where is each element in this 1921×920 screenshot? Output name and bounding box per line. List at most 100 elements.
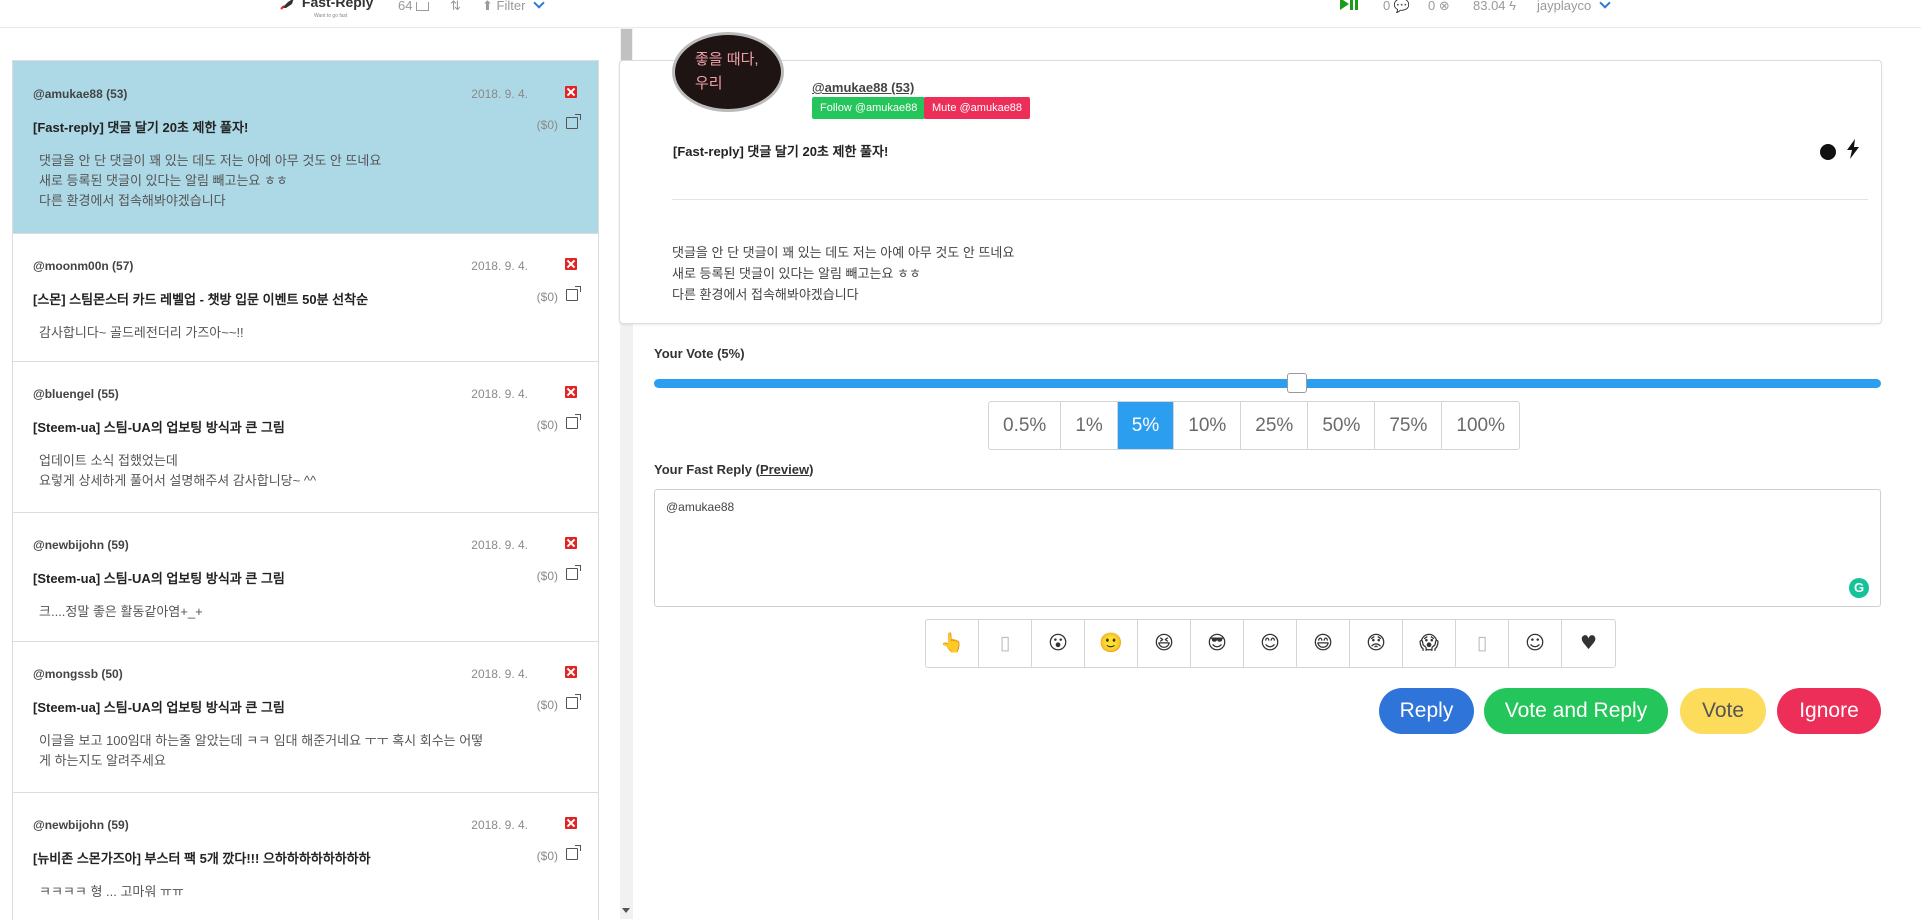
comment-author[interactable]: @newbijohn (59) [33,538,129,552]
list-item[interactable]: @bluengel (55) 2018. 9. 4. [Steem-ua] 스팀… [13,361,598,513]
blank-emoji-icon-2[interactable]: ▯ [1456,620,1509,667]
vote-slider-handle[interactable] [1287,373,1307,393]
comment-post-title[interactable]: [Steem-ua] 스팀-UA의 업보팅 방식과 큰 그림 [33,568,285,587]
comment-date: 2018. 9. 4. [471,87,528,101]
list-item[interactable]: @mongssb (50) 2018. 9. 4. [Steem-ua] 스팀-… [13,641,598,793]
external-link-icon[interactable] [566,565,581,580]
worried-face-icon[interactable]: 😟 [1350,620,1403,667]
comment-author[interactable]: @amukae88 (53) [33,87,127,101]
comment-author[interactable]: @mongssb (50) [33,667,123,681]
bolt-icon-small: ϟ [1509,0,1517,13]
post-author-link[interactable]: @amukae88 (53) [812,80,914,95]
vote-option-1[interactable]: 1% [1061,402,1118,449]
steem-icon[interactable] [1820,144,1836,160]
comment-body-line: 다른 환경에서 접속해봐야겠습니다 [39,193,226,208]
comment-author[interactable]: @bluengel (55) [33,387,119,401]
external-link-icon[interactable] [566,845,581,860]
close-icon[interactable] [565,86,577,98]
ignore-button[interactable]: Ignore [1777,688,1881,734]
slight-smile-face-icon[interactable]: ☺ [1509,620,1562,667]
vote-option-75[interactable]: 75% [1375,402,1443,449]
filter-dropdown[interactable]: ⬆ Filter [482,0,545,14]
list-item[interactable]: @moonm00n (57) 2018. 9. 4. [스몬] 스팀몬스터 카드… [13,233,598,362]
fast-reply-label-suffix: ) [809,462,814,477]
comment-author[interactable]: @newbijohn (59) [33,818,129,832]
inbox-count[interactable]: 64 [398,0,430,14]
divider [672,199,1868,200]
vote-option-0-5[interactable]: 0.5% [989,402,1062,449]
fast-reply-textarea[interactable]: @amukae88 G [654,489,1881,607]
list-item[interactable]: @amukae88 (53) 2018. 9. 4. [Fast-reply] … [13,61,598,234]
play-pause-button[interactable] [1340,0,1358,14]
vote-option-50[interactable]: 50% [1308,402,1376,449]
filter-label: Filter [496,0,526,13]
vote-percent-group: 0.5% 1% 5% 10% 25% 50% 75% 100% [988,401,1520,450]
close-icon[interactable] [565,258,577,270]
vote-slider-track[interactable] [654,379,1881,388]
comment-post-title[interactable]: [Fast-reply] 댓글 달기 20초 제한 풀자! [33,117,248,136]
vote-option-100[interactable]: 100% [1442,402,1519,449]
comment-count: 0 💬 [1383,0,1410,14]
chevron-down-icon [533,0,545,9]
preview-link[interactable]: Preview [760,462,809,477]
surprised-face-icon[interactable]: 😮 [1032,620,1085,667]
sort-toggle[interactable]: ⇅ [450,0,461,14]
comment-post-title[interactable]: [Steem-ua] 스팀-UA의 업보팅 방식과 큰 그림 [33,697,285,716]
comment-post-title[interactable]: [Steem-ua] 스팀-UA의 업보팅 방식과 큰 그림 [33,417,285,436]
comment-count-value: 0 [1383,0,1391,13]
avatar[interactable]: 좋을 때다, 우리 [672,32,784,112]
close-icon[interactable] [565,817,577,829]
app-logo[interactable]: Fast-Reply Want to go fast [280,0,373,19]
comment-list[interactable]: @amukae88 (53) 2018. 9. 4. [Fast-reply] … [12,60,599,920]
reply-button[interactable]: Reply [1379,688,1474,734]
voting-power-value: 83.04 [1473,0,1506,13]
external-link-icon[interactable] [566,694,581,709]
mute-button[interactable]: Mute @amukae88 [924,97,1031,119]
external-link-icon[interactable] [566,414,581,429]
comment-body: 이글을 보고 100임대 하는줄 알았는데 ㅋㅋ 임대 해준거네요 ㅜㅜ 혹시 … [39,731,483,771]
scream-face-icon[interactable]: 😱 [1403,620,1456,667]
vote-option-10[interactable]: 10% [1174,402,1242,449]
vote-option-25[interactable]: 25% [1241,402,1309,449]
follow-button[interactable]: Follow @amukae88 [812,97,926,119]
comment-body-line: 크....정말 좋은 활동같아염+_+ [39,604,203,619]
scroll-down-arrow-icon[interactable] [622,908,630,913]
rocket-icon [280,0,294,11]
smile-face-icon[interactable]: 😊 [1244,620,1297,667]
list-item[interactable]: @newbijohn (59) 2018. 9. 4. [뉴비존 스몬가즈아] … [13,792,598,920]
bolt-icon[interactable] [1846,139,1860,159]
comment-post-title[interactable]: [뉴비존 스몬가즈아] 부스터 팩 5개 깠다!!! 으하하하하하하하하 [33,848,371,867]
post-title[interactable]: [Fast-reply] 댓글 달기 20초 제한 풀자! [673,141,888,160]
heart-icon[interactable]: ♥ [1562,620,1615,667]
pointer-hand-icon[interactable]: 👆 [926,620,979,667]
post-body-line: 새로 등록된 댓글이 있다는 알림 빼고는요 ㅎㅎ [672,266,921,281]
vote-button[interactable]: Vote [1680,688,1766,734]
app-logo-tagline: Want to go fast [314,13,348,19]
comment-date: 2018. 9. 4. [471,667,528,681]
grammarly-icon[interactable]: G [1849,578,1869,598]
external-link-icon[interactable] [566,286,581,301]
comment-body-line: 업데이트 소식 접했었는데 [39,453,178,468]
comment-author[interactable]: @moonm00n (57) [33,259,133,273]
smiling-face-icon[interactable]: 🙂 [1085,620,1138,667]
external-link-icon[interactable] [566,114,581,129]
close-icon[interactable] [565,537,577,549]
list-item[interactable]: @newbijohn (59) 2018. 9. 4. [Steem-ua] 스… [13,512,598,642]
username: jayplayco [1537,0,1592,13]
inbox-icon [416,2,430,12]
user-menu[interactable]: jayplayco [1537,0,1611,14]
vote-option-5[interactable]: 5% [1117,402,1175,449]
filter-pin-icon: ⬆ [482,0,493,13]
laughing-face-icon[interactable]: 😆 [1138,620,1191,667]
comment-body: ㅋㅋㅋㅋ 형 ... 고마워 ㅠㅠ [39,882,184,902]
blank-emoji-icon[interactable]: ▯ [979,620,1032,667]
pause-bar-icon-2 [1355,0,1358,10]
close-icon[interactable] [565,666,577,678]
close-icon[interactable] [565,386,577,398]
grin-face-icon[interactable]: 😄 [1297,620,1350,667]
vote-and-reply-button[interactable]: Vote and Reply [1484,688,1668,734]
sunglasses-face-icon[interactable]: 😎 [1191,620,1244,667]
comment-post-title[interactable]: [스몬] 스팀몬스터 카드 레벨업 - 챗방 입문 이벤트 50분 선착순 [33,289,368,308]
chevron-down-icon-user [1599,0,1611,9]
fast-reply-text[interactable]: @amukae88 [666,500,734,514]
